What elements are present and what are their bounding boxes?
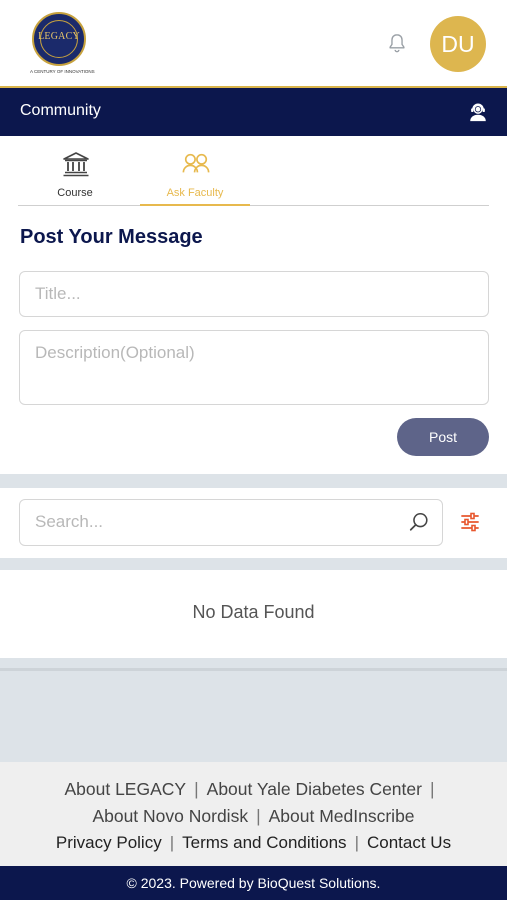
footer-separator: | (429, 779, 435, 799)
page-title: Community (20, 102, 101, 119)
tab-course[interactable]: Course (20, 136, 130, 206)
notification-bell-icon[interactable] (386, 32, 408, 54)
tab-ask-faculty[interactable]: Ask Faculty (140, 136, 250, 206)
tab-ask-faculty-label: Ask Faculty (166, 187, 224, 199)
tab-course-label: Course (57, 187, 93, 199)
privacy-policy-link[interactable]: Privacy Policy (56, 833, 162, 852)
search-icon[interactable] (408, 511, 430, 533)
post-button[interactable]: Post (397, 418, 489, 456)
community-navbar: Community (0, 88, 507, 136)
user-avatar[interactable]: DU (430, 16, 486, 72)
footer-separator: | (354, 833, 359, 852)
copyright-bar: © 2023. Powered by BioQuest Solutions. (0, 866, 507, 900)
terms-link[interactable]: Terms and Conditions (182, 833, 346, 852)
section-divider (0, 474, 507, 488)
footer-row: Privacy Policy | Terms and Conditions | Cont… (0, 833, 507, 853)
search-box (19, 499, 443, 546)
empty-state-message: No Data Found (192, 602, 315, 622)
filter-sliders-icon[interactable] (460, 512, 480, 532)
app-header: LEGACY A CENTURY OF INNOVATIONS DU (0, 0, 507, 88)
divider-line (0, 668, 507, 671)
logo-seal: LEGACY (32, 12, 86, 66)
contact-us-link[interactable]: Contact Us (367, 833, 451, 852)
title-input[interactable] (19, 271, 489, 317)
footer-separator: | (169, 833, 175, 852)
logo-tagline: A CENTURY OF INNOVATIONS (30, 69, 95, 74)
community-tabs: Course Ask Faculty (18, 136, 489, 206)
footer-separator: | (256, 806, 261, 826)
legacy-logo[interactable]: LEGACY A CENTURY OF INNOVATIONS (30, 12, 95, 74)
post-heading: Post Your Message (20, 226, 203, 248)
about-novo-nordisk-link[interactable]: About Novo Nordisk (92, 806, 248, 826)
description-input[interactable] (19, 330, 489, 405)
about-legacy-link[interactable]: About LEGACY (64, 779, 186, 799)
support-agent-icon[interactable] (467, 101, 489, 123)
footer-separator: | (194, 779, 199, 799)
footer-row: About LEGACY | About Yale Diabetes Center | (0, 779, 507, 800)
institution-icon (63, 152, 89, 177)
logo-text: LEGACY (38, 31, 80, 42)
about-yale-link[interactable]: About Yale Diabetes Center (207, 779, 422, 799)
search-input[interactable] (20, 500, 400, 544)
content-spacer (0, 658, 507, 762)
about-medinscribe-link[interactable]: About MedInscribe (269, 806, 415, 826)
footer-links: About LEGACY | About Yale Diabetes Center |… (0, 762, 507, 866)
section-divider (0, 558, 507, 570)
footer-row: About Novo Nordisk | About MedInscribe (0, 806, 507, 827)
people-icon (182, 153, 210, 173)
